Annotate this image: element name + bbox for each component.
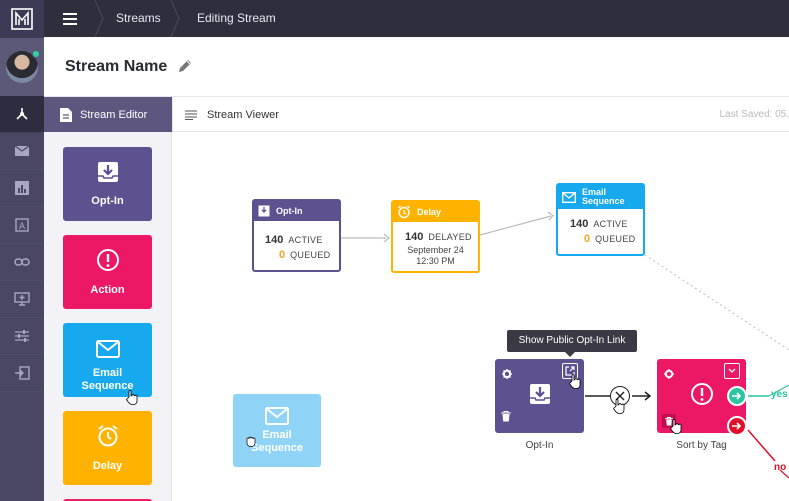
email-queued-count: 0 — [584, 233, 591, 245]
tooltip: Show Public Opt-In Link — [507, 330, 637, 357]
palette-action-label: Action — [90, 283, 125, 296]
sliders-icon[interactable] — [0, 318, 44, 355]
optin-tile[interactable] — [495, 359, 584, 433]
delay-node[interactable]: Delay 140 DELAYED September 24 12:30 PM — [391, 200, 480, 273]
palette-email-sequence[interactable]: Email Sequence — [63, 323, 152, 397]
last-saved-text: Last Saved: 05. — [719, 109, 789, 120]
trash-icon[interactable] — [501, 409, 511, 427]
mail-icon[interactable] — [0, 133, 44, 170]
inbox-download-icon — [258, 205, 270, 217]
page-title: Stream Name — [65, 58, 168, 75]
avatar[interactable] — [6, 50, 40, 83]
element-palette: Opt-In Action Email Sequence Delay — [44, 132, 172, 501]
sort-by-tag-caption: Sort by Tag — [676, 440, 727, 451]
palette-delay-label: Delay — [92, 459, 123, 472]
gear-icon[interactable] — [502, 366, 512, 384]
avatar-area[interactable] — [0, 38, 44, 96]
hand-cursor-icon — [612, 398, 626, 419]
yes-branch-label: yes — [771, 389, 788, 400]
monitor-icon[interactable] — [0, 281, 44, 318]
palette-action[interactable]: Action — [63, 235, 152, 309]
hand-cursor-icon — [568, 373, 582, 394]
envelope-icon — [265, 406, 289, 425]
tab-stream-editor-label: Stream Editor — [80, 108, 148, 121]
email-active-count: 140 — [570, 218, 589, 230]
optin-tile-caption: Opt-In — [525, 440, 554, 451]
export-icon[interactable] — [0, 355, 44, 392]
tab-stream-viewer-label: Stream Viewer — [207, 108, 279, 121]
delay-node-header: Delay — [393, 202, 478, 222]
no-branch-label: no — [774, 462, 787, 473]
hamburger-menu-icon[interactable] — [44, 0, 96, 37]
optin-node[interactable]: Opt-In 140 ACTIVE 0 QUEUED — [252, 199, 341, 272]
hand-cursor-icon — [669, 418, 683, 439]
palette-delay[interactable]: Delay — [63, 411, 152, 485]
online-status-dot — [32, 50, 40, 58]
tab-stream-editor[interactable]: Stream Editor — [44, 97, 172, 132]
streams-icon[interactable] — [0, 96, 44, 133]
breadcrumb-separator — [94, 0, 104, 37]
delay-time: 12:30 PM — [416, 256, 455, 266]
alert-circle-icon — [690, 382, 714, 411]
svg-text:A: A — [19, 221, 25, 231]
email-node-title: Email Sequence — [582, 187, 625, 206]
breadcrumb-separator — [170, 0, 180, 37]
optin-queued-label: QUEUED — [290, 250, 331, 260]
alarm-clock-icon — [397, 205, 411, 219]
gear-icon[interactable] — [664, 366, 674, 384]
form-icon[interactable]: A — [0, 207, 44, 244]
optin-node-title: Opt-In — [276, 206, 303, 216]
document-icon — [60, 107, 72, 122]
chevron-down-icon[interactable] — [724, 363, 740, 379]
top-bar: Streams Editing Stream — [44, 0, 789, 37]
delay-count: 140 — [405, 231, 424, 243]
delay-label: DELAYED — [428, 232, 472, 242]
delay-node-title: Delay — [417, 207, 442, 217]
dragging-tile-label: Email Sequence — [251, 428, 303, 454]
page-header: Stream Name — [44, 37, 789, 97]
left-rail: A — [0, 0, 44, 501]
app-logo-icon[interactable] — [0, 0, 44, 38]
tab-stream-viewer[interactable]: Stream Viewer — [172, 97, 352, 132]
grab-cursor-icon — [245, 422, 257, 451]
chart-icon[interactable] — [0, 170, 44, 207]
optin-active-count: 140 — [265, 234, 284, 246]
alarm-clock-icon — [96, 424, 120, 452]
breadcrumb-editing-stream: Editing Stream — [197, 11, 276, 25]
optin-queued-count: 0 — [279, 249, 286, 261]
hand-cursor-icon — [125, 389, 139, 410]
lines-icon — [185, 109, 197, 120]
yes-branch-button[interactable] — [727, 386, 747, 406]
tab-bar: Stream Editor Stream Viewer Last Saved: … — [44, 97, 789, 132]
inbox-download-icon — [529, 383, 551, 410]
optin-active-label: ACTIVE — [288, 235, 323, 245]
no-branch-button[interactable] — [727, 416, 747, 436]
alert-circle-icon — [96, 248, 120, 276]
email-node-header: Email Sequence — [558, 185, 643, 209]
optin-node-header: Opt-In — [254, 201, 339, 221]
inbox-download-icon — [97, 161, 119, 187]
breadcrumb-streams[interactable]: Streams — [116, 0, 161, 37]
envelope-icon — [95, 327, 120, 362]
app-root: A Streams Editing Stream Stream Name Str… — [0, 0, 789, 501]
palette-optin[interactable]: Opt-In — [63, 147, 152, 221]
link-icon[interactable] — [0, 244, 44, 281]
pencil-icon[interactable] — [178, 59, 192, 78]
email-queued-label: QUEUED — [595, 234, 636, 244]
dragging-email-sequence-tile[interactable]: Email Sequence — [233, 394, 321, 467]
envelope-icon — [562, 191, 576, 203]
delay-date: September 24 — [407, 245, 464, 255]
palette-optin-label: Opt-In — [91, 194, 124, 207]
email-sequence-node[interactable]: Email Sequence 140 ACTIVE 0 QUEUED — [556, 183, 645, 256]
email-active-label: ACTIVE — [593, 219, 628, 229]
